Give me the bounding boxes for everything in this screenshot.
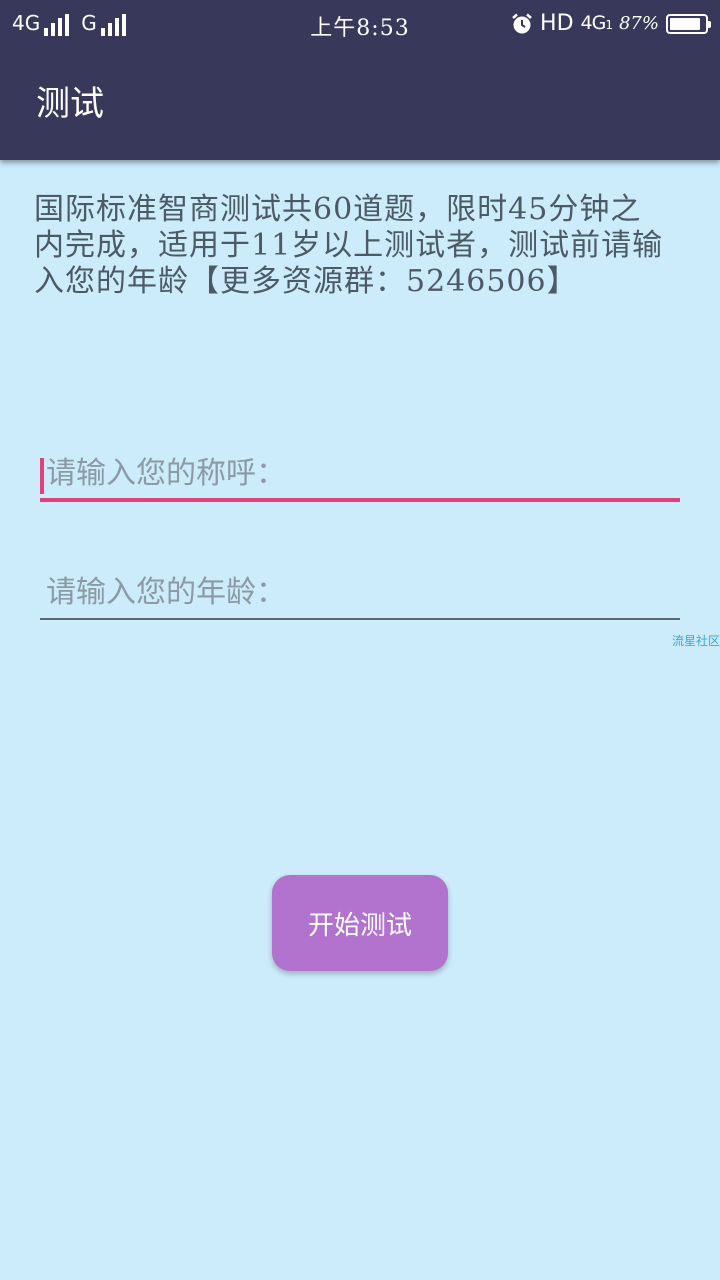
name-input[interactable] <box>40 442 680 498</box>
text-cursor <box>40 458 44 494</box>
network-4g-icon: 4G1 <box>580 9 613 39</box>
network-4g-label: 4G <box>580 12 607 34</box>
battery-icon <box>666 14 711 34</box>
battery-level-fill <box>670 18 700 30</box>
intro-description: 国际标准智商测试共60道题，限时45分钟之内完成，适用于11岁以上测试者，测试前… <box>34 192 664 299</box>
alarm-icon <box>511 13 533 35</box>
start-test-button[interactable]: 开始测试 <box>272 875 448 971</box>
battery-percent: 87% <box>618 13 659 34</box>
network-4g-sub: 1 <box>605 18 613 32</box>
name-field[interactable] <box>40 442 680 502</box>
hd-label: HD <box>540 11 574 36</box>
app-header: 4G G 上午8:53 HD 4G1 87% 测试 <box>0 0 720 160</box>
age-input[interactable] <box>40 560 680 618</box>
status-bar-right: HD 4G1 87% <box>511 9 711 39</box>
age-field[interactable] <box>40 560 680 620</box>
page-title: 测试 <box>36 84 104 124</box>
status-bar: 4G G 上午8:53 HD 4G1 87% <box>0 0 720 48</box>
watermark-label: 流星社区 <box>671 634 720 648</box>
